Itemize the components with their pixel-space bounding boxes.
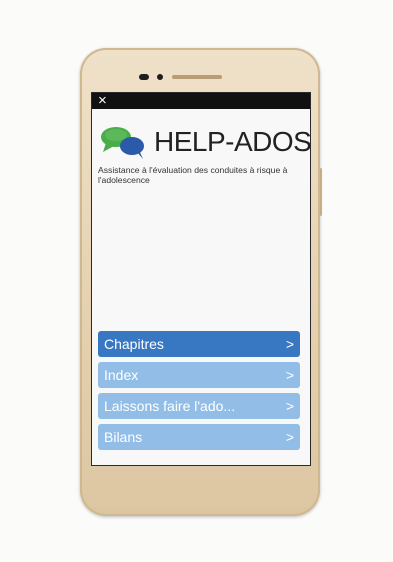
app-subtitle: Assistance à l'évaluation des conduites … [98, 165, 288, 185]
menu-item-label: Chapitres [104, 336, 164, 352]
close-icon[interactable]: × [98, 93, 107, 109]
chevron-right-icon: > [285, 398, 294, 414]
chevron-right-icon: > [285, 336, 294, 352]
main-menu: Chapitres > Index > Laissons faire l'ado… [98, 331, 300, 455]
menu-item-label: Laissons faire l'ado... [104, 398, 236, 414]
app-title: HELP-ADOS [154, 126, 311, 157]
menu-item-label: Index [104, 367, 139, 383]
menu-item-chapitres[interactable]: Chapitres > [98, 331, 300, 357]
chevron-right-icon: > [285, 429, 294, 445]
menu-item-laissons-faire[interactable]: Laissons faire l'ado... > [98, 393, 300, 419]
menu-item-label: Bilans [104, 429, 143, 445]
app-screen: × HELP-ADOS Assistance à l'évaluation de… [91, 92, 311, 466]
speech-bubbles-icon [101, 127, 144, 159]
earpiece-speaker [172, 75, 222, 79]
chevron-right-icon: > [285, 367, 294, 383]
front-camera [139, 74, 149, 80]
proximity-sensor [157, 74, 163, 80]
status-bar: × [92, 93, 310, 109]
menu-item-index[interactable]: Index > [98, 362, 300, 388]
menu-item-bilans[interactable]: Bilans > [98, 424, 300, 450]
phone-frame: × HELP-ADOS Assistance à l'évaluation de… [80, 48, 322, 516]
